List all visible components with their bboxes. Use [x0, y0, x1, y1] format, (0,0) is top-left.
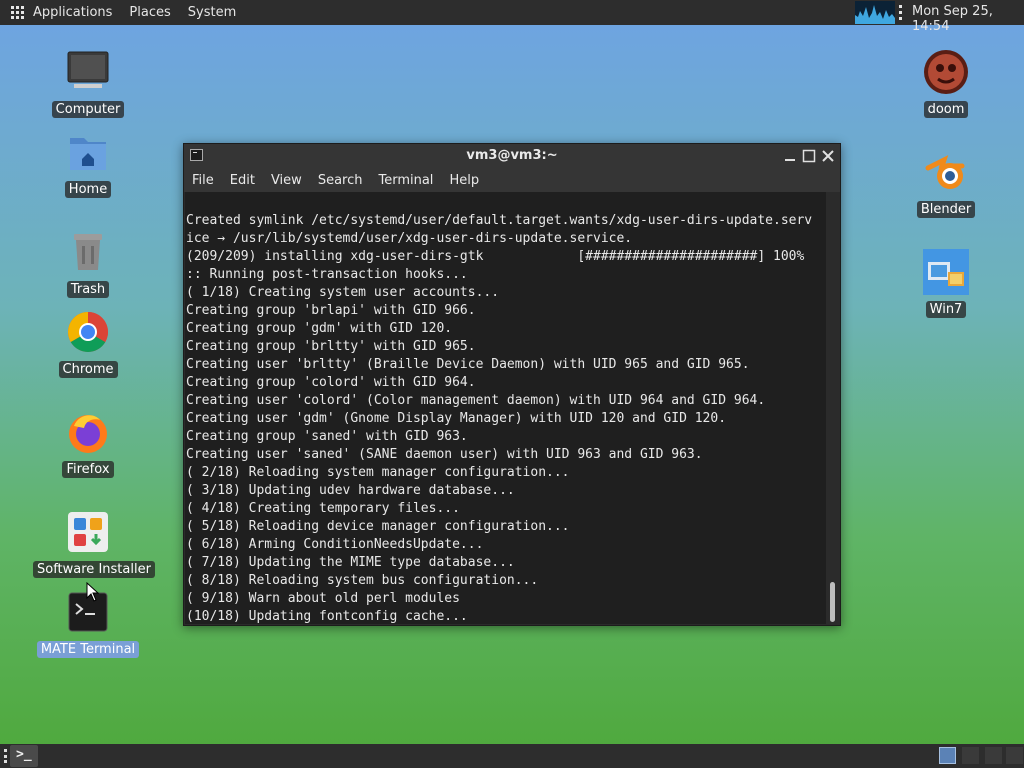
- minimize-button[interactable]: [782, 148, 798, 164]
- terminal-line: ( 9/18) Warn about old perl modules: [186, 591, 460, 606]
- terminal-line: (10/18) Updating fontconfig cache...: [186, 609, 468, 624]
- tray-handle-icon[interactable]: [899, 5, 903, 20]
- taskbar-terminal-button[interactable]: >_: [10, 745, 38, 767]
- desktop-icon-blender[interactable]: Blender: [891, 148, 1001, 218]
- monitor-icon: [64, 48, 112, 96]
- terminal-line: ice → /usr/lib/systemd/user/xdg-user-dir…: [186, 231, 633, 246]
- desktop-icon-label: MATE Terminal: [36, 641, 140, 658]
- terminal-line: Creating group 'saned' with GID 963.: [186, 429, 468, 444]
- win7-icon: [922, 248, 970, 296]
- desktop-icon-chrome[interactable]: Chrome: [33, 308, 143, 378]
- desktop-icon-home[interactable]: Home: [33, 128, 143, 198]
- panel-handle-icon[interactable]: [4, 749, 8, 763]
- desktop-icon-label: Win7: [925, 301, 967, 318]
- taskbar-terminal-label: >_: [16, 747, 32, 762]
- desktop-icon-software-installer[interactable]: Software Installer: [33, 508, 155, 578]
- terminal-icon: [64, 582, 112, 636]
- terminal-line: Creating group 'brlapi' with GID 966.: [186, 303, 476, 318]
- desktop-icon-trash[interactable]: Trash: [33, 228, 143, 298]
- menu-view[interactable]: View: [271, 173, 302, 188]
- desktop-icon-doom[interactable]: doom: [891, 48, 1001, 118]
- desktop-icon-label: Trash: [66, 281, 110, 298]
- terminal-window[interactable]: vm3@vm3:~ File Edit View Search Terminal…: [183, 143, 841, 626]
- menu-places[interactable]: Places: [129, 5, 170, 20]
- window-titlebar[interactable]: vm3@vm3:~: [184, 144, 840, 168]
- top-panel: Applications Places System Mon Sep 25, 1…: [0, 0, 1024, 34]
- system-monitor-graph[interactable]: [855, 1, 895, 24]
- software-installer-icon: [64, 508, 112, 556]
- menu-search[interactable]: Search: [318, 173, 363, 188]
- clock[interactable]: Mon Sep 25, 14:54: [912, 4, 1024, 34]
- terminal-line: ( 5/18) Reloading device manager configu…: [186, 519, 570, 534]
- workspace-4-button[interactable]: [1006, 747, 1023, 764]
- firefox-icon: [64, 408, 112, 456]
- doom-icon: [922, 48, 970, 96]
- terminal-line: Creating group 'brltty' with GID 965.: [186, 339, 476, 354]
- menu-applications[interactable]: Applications: [33, 5, 112, 20]
- terminal-line: :: Running post-transaction hooks...: [186, 267, 468, 282]
- terminal-line: ( 6/18) Arming ConditionNeedsUpdate...: [186, 537, 484, 552]
- menu-system[interactable]: System: [188, 5, 236, 20]
- menu-edit[interactable]: Edit: [230, 173, 255, 188]
- terminal-line: ( 4/18) Creating temporary files...: [186, 501, 460, 516]
- terminal-line: ( 2/18) Reloading system manager configu…: [186, 465, 570, 480]
- desktop-icon-label: doom: [923, 101, 969, 118]
- terminal-line: ( 3/18) Updating udev hardware database.…: [186, 483, 515, 498]
- terminal-line: Creating group 'colord' with GID 964.: [186, 375, 476, 390]
- menu-terminal[interactable]: Terminal: [378, 173, 433, 188]
- trash-icon: [64, 228, 112, 276]
- desktop-icon-label: Home: [64, 181, 112, 198]
- desktop-icon-win7[interactable]: Win7: [891, 248, 1001, 318]
- apps-grid-icon[interactable]: [11, 5, 25, 20]
- menu-help[interactable]: Help: [449, 173, 479, 188]
- desktop-icon-mate-terminal[interactable]: MATE Terminal: [33, 582, 143, 658]
- maximize-button[interactable]: [801, 148, 817, 164]
- terminal-scrollbar[interactable]: [826, 192, 839, 624]
- desktop-icon-label: Firefox: [62, 461, 114, 478]
- terminal-line: Creating user 'saned' (SANE daemon user)…: [186, 447, 703, 462]
- terminal-line: ( 1/18) Creating system user accounts...: [186, 285, 500, 300]
- home-folder-icon: [64, 128, 112, 176]
- close-button[interactable]: [820, 148, 836, 164]
- menu-file[interactable]: File: [192, 173, 214, 188]
- terminal-line: ( 7/18) Updating the MIME type database.…: [186, 555, 515, 570]
- terminal-line: ( 8/18) Reloading system bus configurati…: [186, 573, 539, 588]
- terminal-line: Creating user 'brltty' (Braille Device D…: [186, 357, 750, 372]
- blender-icon: [922, 148, 970, 196]
- desktop-icon-label: Chrome: [58, 361, 118, 378]
- desktop-icon-label: Blender: [916, 201, 976, 218]
- bottom-panel: >_: [0, 744, 1024, 768]
- terminal-line: Creating user 'gdm' (Gnome Display Manag…: [186, 411, 727, 426]
- terminal-line: Creating group 'gdm' with GID 120.: [186, 321, 453, 336]
- workspace-3-button[interactable]: [985, 747, 1002, 764]
- workspace-1-button[interactable]: [939, 747, 956, 764]
- terminal-line: Creating user 'colord' (Color management…: [186, 393, 766, 408]
- chrome-icon: [64, 308, 112, 356]
- terminal-menubar: File Edit View Search Terminal Help: [184, 168, 840, 192]
- desktop-icon-computer[interactable]: Computer: [33, 48, 143, 118]
- desktop-icon-label: Software Installer: [33, 561, 155, 578]
- workspace-2-button[interactable]: [962, 747, 979, 764]
- mouse-cursor-icon: [86, 582, 100, 602]
- window-title: vm3@vm3:~: [466, 148, 558, 163]
- scrollbar-thumb[interactable]: [830, 582, 835, 622]
- terminal-line: (209/209) installing xdg-user-dirs-gtk […: [186, 249, 805, 264]
- terminal-line: Created symlink /etc/systemd/user/defaul…: [186, 213, 813, 228]
- desktop-icon-firefox[interactable]: Firefox: [33, 408, 143, 478]
- desktop-icon-label: Computer: [51, 101, 125, 118]
- terminal-output[interactable]: Created symlink /etc/systemd/user/defaul…: [185, 192, 827, 624]
